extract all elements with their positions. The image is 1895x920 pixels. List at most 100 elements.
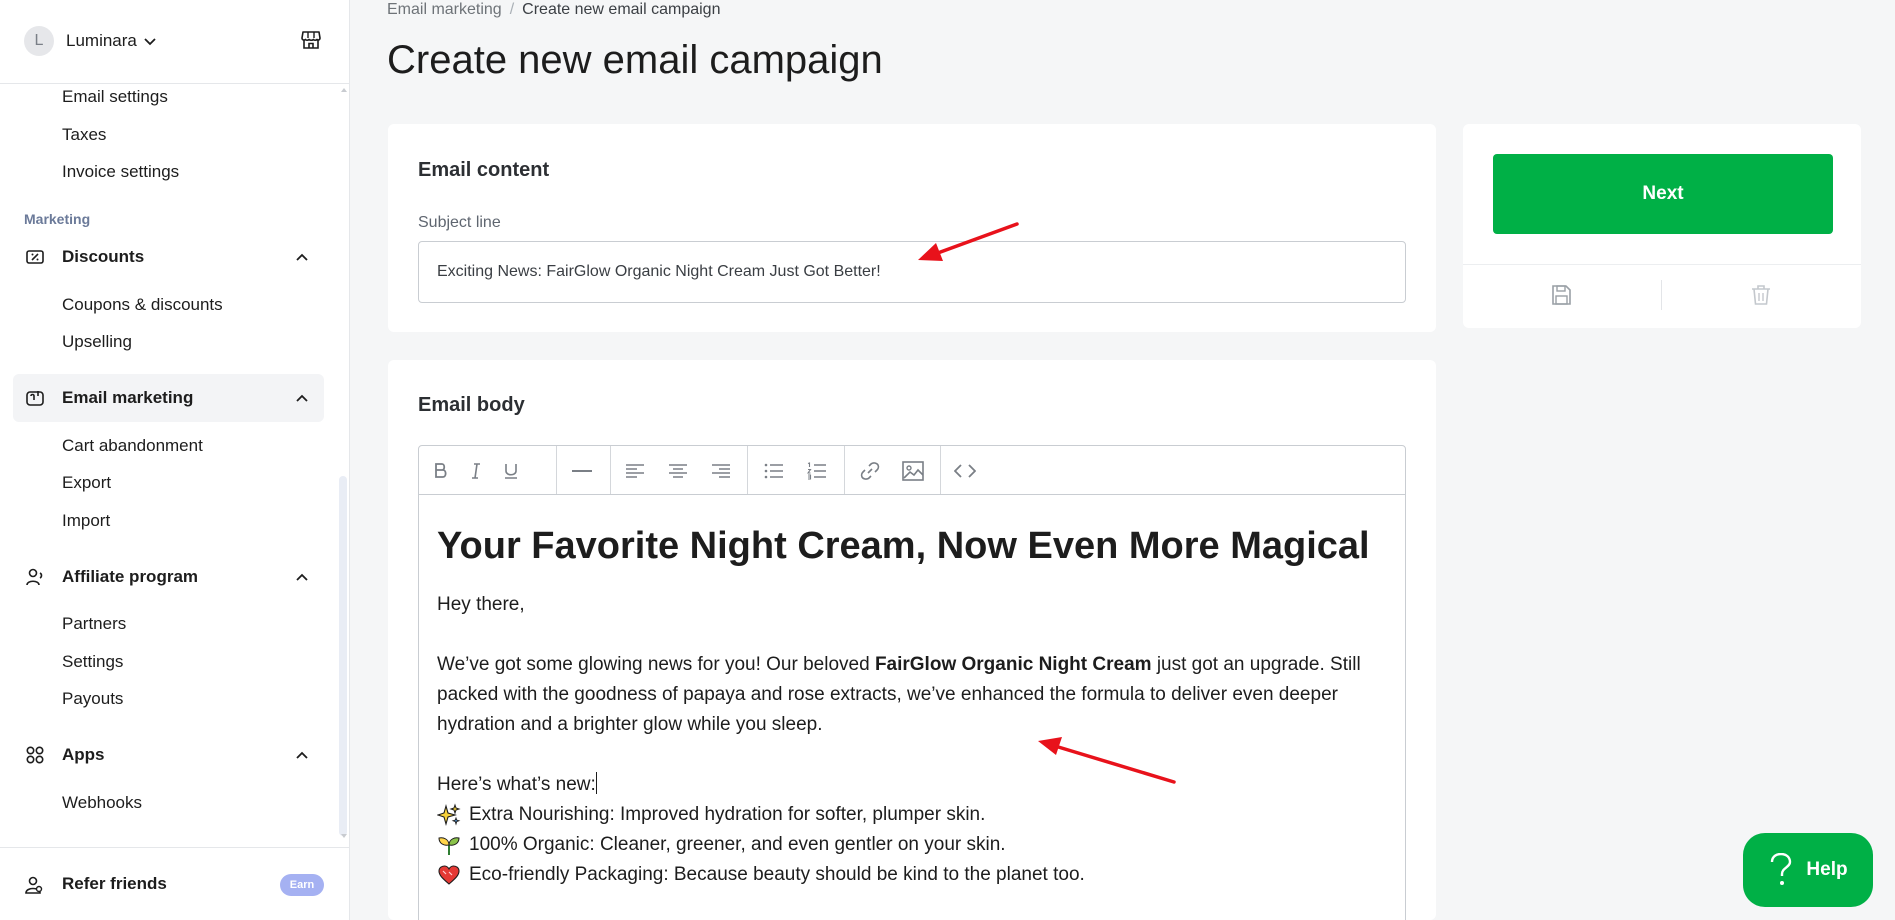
email-content-card: Email content Subject line: [388, 124, 1436, 332]
sidebar-item-export[interactable]: Export: [62, 473, 111, 493]
bullet-list-icon[interactable]: [761, 458, 787, 484]
sidebar-group-affiliate-program[interactable]: Affiliate program: [13, 553, 324, 601]
rich-text-editor[interactable]: Your Favorite Night Cream, Now Even More…: [418, 445, 1406, 920]
sidebar-item-taxes[interactable]: Taxes: [62, 125, 106, 145]
list-item: Extra Nourishing: Improved hydration for…: [437, 800, 985, 830]
align-left-icon[interactable]: [622, 458, 648, 484]
whats-new-line: Here’s what’s new:: [437, 770, 597, 800]
sidebar-group-label: Email marketing: [62, 388, 194, 407]
sidebar-item-email-settings[interactable]: Email settings: [62, 87, 168, 107]
refer-friends-link[interactable]: Refer friends Earn: [24, 870, 324, 900]
whats-new-text: Here’s what’s new:: [437, 774, 596, 795]
toolbar-separator: [747, 446, 748, 494]
editor-toolbar: [419, 446, 1405, 495]
sidebar-item-payouts[interactable]: Payouts: [62, 689, 123, 709]
save-icon[interactable]: [1550, 284, 1572, 306]
scroll-down-icon[interactable]: [341, 834, 347, 838]
list-item-text: Extra Nourishing: Improved hydration for…: [469, 804, 986, 825]
toolbar-separator: [844, 446, 845, 494]
sidebar-item-upselling[interactable]: Upselling: [62, 332, 132, 352]
sparkles-icon: [437, 803, 461, 827]
chevron-up-icon[interactable]: [295, 391, 309, 405]
toolbar-separator: [556, 446, 557, 494]
email-greeting: Hey there,: [437, 594, 525, 615]
scroll-up-icon[interactable]: [341, 88, 347, 92]
subject-line-label: Subject line: [418, 214, 501, 231]
text-cursor: [595, 772, 597, 794]
sidebar-group-email-marketing[interactable]: Email marketing: [13, 374, 324, 422]
sidebar-item-coupons[interactable]: Coupons & discounts: [62, 295, 223, 315]
discount-ticket-icon: [26, 250, 44, 264]
toolbar-separator: [610, 446, 611, 494]
sidebar-item-settings[interactable]: Settings: [62, 652, 123, 672]
divider: [1661, 280, 1662, 310]
sidebar-scrollbar[interactable]: [339, 476, 347, 836]
email-intro-paragraph: We’ve got some glowing news for you! Our…: [437, 650, 1387, 740]
email-title: Your Favorite Night Cream, Now Even More…: [437, 525, 1370, 567]
intro-text: We’ve got some glowing news for you! Our…: [437, 654, 875, 675]
divider: [1463, 264, 1861, 265]
divider: [0, 847, 350, 848]
divider: [0, 83, 350, 84]
breadcrumb-link-email-marketing[interactable]: Email marketing: [387, 1, 502, 18]
page-title: Create new email campaign: [387, 38, 883, 82]
store-name: Luminara: [66, 31, 137, 50]
email-content-heading: Email content: [418, 159, 550, 181]
sidebar-item-invoice-settings[interactable]: Invoice settings: [62, 162, 179, 182]
sidebar-group-label: Apps: [62, 745, 105, 764]
bold-icon[interactable]: [428, 458, 454, 484]
underline-icon[interactable]: [498, 458, 524, 484]
sidebar-item-partners[interactable]: Partners: [62, 614, 126, 634]
breadcrumb-separator: /: [509, 1, 515, 18]
heart-icon: [438, 865, 460, 885]
toolbar-separator: [940, 446, 941, 494]
list-item-text: Eco-friendly Packaging: Because beauty s…: [469, 864, 1085, 885]
sidebar-item-cart-abandonment[interactable]: Cart abandonment: [62, 436, 203, 456]
link-icon[interactable]: [857, 458, 883, 484]
mailbox-icon: [26, 391, 44, 406]
product-name: FairGlow Organic Night Cream: [874, 654, 1152, 675]
sidebar-item-import[interactable]: Import: [62, 511, 110, 531]
sidebar-group-label: Affiliate program: [62, 567, 199, 586]
sidebar-item-webhooks[interactable]: Webhooks: [62, 793, 142, 813]
horizontal-rule-icon[interactable]: [569, 458, 595, 484]
sidebar: L Luminara Email settings Taxes Invoice …: [0, 0, 350, 920]
list-item: 100% Organic: Cleaner, greener, and even…: [437, 830, 1006, 860]
breadcrumb-current: Create new email campaign: [522, 1, 721, 18]
seedling-icon: [438, 837, 460, 855]
breadcrumb: Email marketing / Create new email campaig…: [387, 1, 720, 19]
affiliate-user-icon: [26, 568, 43, 586]
align-right-icon[interactable]: [708, 458, 734, 484]
list-item: Eco-friendly Packaging: Because beauty s…: [437, 860, 1085, 890]
help-label: Help: [1806, 859, 1848, 880]
list-item-text: 100% Organic: Cleaner, greener, and even…: [469, 834, 1006, 855]
sidebar-group-apps[interactable]: Apps: [13, 731, 324, 779]
chevron-up-icon[interactable]: [295, 250, 309, 264]
email-body-heading: Email body: [418, 394, 525, 416]
image-icon[interactable]: [900, 458, 926, 484]
refer-user-icon: [25, 876, 43, 894]
chevron-down-icon: [144, 38, 156, 46]
section-label-marketing: Marketing: [24, 211, 91, 227]
code-icon[interactable]: [952, 458, 978, 484]
store-switcher[interactable]: L Luminara: [24, 26, 157, 56]
refer-friends-label: Refer friends: [62, 874, 167, 893]
trash-icon[interactable]: [1750, 284, 1772, 306]
email-body-card: Email body Your Favorite Night Cream, No…: [388, 360, 1436, 920]
actions-card: Next: [1463, 124, 1861, 328]
italic-icon[interactable]: [463, 458, 489, 484]
next-button[interactable]: Next: [1493, 154, 1833, 234]
numbered-list-icon[interactable]: [804, 458, 830, 484]
apps-grid-icon: [26, 746, 44, 764]
earn-badge: Earn: [280, 874, 324, 896]
help-button[interactable]: Help: [1743, 833, 1873, 907]
chevron-up-icon[interactable]: [295, 748, 309, 762]
subject-line-input[interactable]: [418, 241, 1406, 303]
sidebar-group-label: Discounts: [62, 247, 145, 266]
avatar: L: [24, 26, 54, 56]
sidebar-group-discounts[interactable]: Discounts: [13, 233, 324, 281]
question-mark-icon: [1771, 853, 1792, 885]
storefront-icon[interactable]: [299, 28, 323, 52]
chevron-up-icon[interactable]: [295, 570, 309, 584]
align-center-icon[interactable]: [665, 458, 691, 484]
